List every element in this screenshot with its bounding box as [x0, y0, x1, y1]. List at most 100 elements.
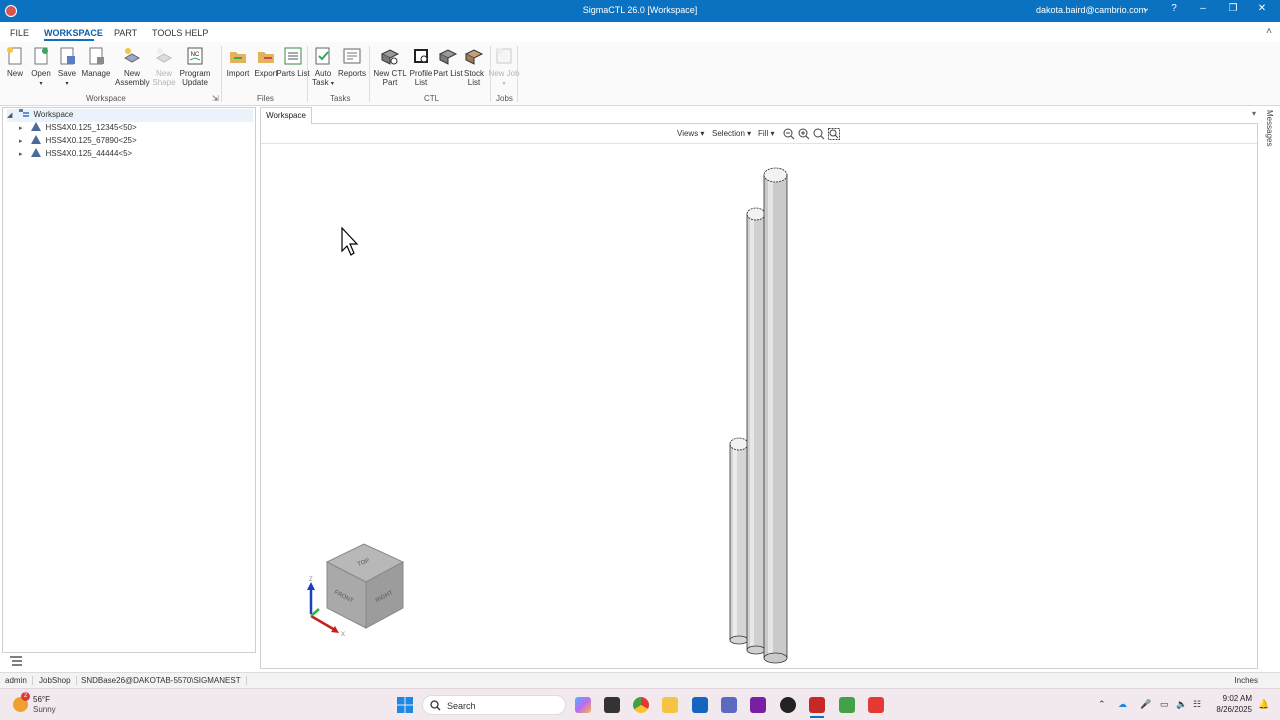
new-assembly-button[interactable]: New Assembly	[115, 46, 150, 87]
view-cube[interactable]: TOP FRONT RIGHT	[325, 543, 405, 629]
messages-side-panel[interactable]: Messages	[1262, 110, 1276, 170]
ribbon: New Open ▾ Save ▾ Manage New Assembly New …	[0, 42, 1280, 106]
group-divider	[517, 46, 518, 102]
z-axis-label: Z	[309, 577, 313, 583]
group-divider	[369, 46, 370, 102]
volume-icon[interactable]: 🔈	[1176, 699, 1187, 710]
collapse-arrow-icon[interactable]: ◢	[7, 111, 17, 119]
part-list-icon	[438, 49, 458, 65]
tree-view-toggle-icon[interactable]	[10, 656, 22, 666]
minimize-button[interactable]: –	[1196, 3, 1210, 14]
group-label-ctl: CTL	[424, 94, 440, 103]
reports-icon	[343, 48, 361, 64]
open-file-icon	[34, 47, 48, 65]
active-tab-indicator	[44, 39, 94, 41]
onedrive-icon[interactable]: ☁	[1118, 699, 1127, 710]
tree-item[interactable]: ▸ HSS4X0.125_67890<25>	[19, 135, 137, 148]
workspace-tree-panel: ◢ Workspace ▸ HSS4X0.125_12345<50> ▸ HSS…	[2, 107, 256, 653]
weather-badge: 2	[21, 692, 30, 701]
expand-arrow-icon[interactable]: ▸	[19, 124, 29, 132]
copilot-icon[interactable]	[575, 697, 591, 713]
tube-part-1[interactable]	[763, 167, 788, 664]
user-account[interactable]: dakota.baird@cambrio.com	[1036, 5, 1146, 15]
tube-part-3[interactable]	[729, 437, 749, 645]
export-icon	[258, 52, 274, 63]
windows-start-icon[interactable]	[397, 697, 413, 713]
3d-viewport[interactable]: Views ▾ Selection ▾ Fill ▾ TOP FRONT RIG…	[260, 124, 1258, 669]
ribbon-collapse-icon[interactable]: ˄	[1266, 26, 1272, 37]
scene-canvas: TOP FRONT RIGHT Z X	[307, 167, 788, 664]
clock-date[interactable]: 8/26/2025	[1212, 705, 1252, 714]
tray-overflow-chevron-icon[interactable]: ⌃	[1098, 699, 1106, 710]
onenote-icon[interactable]	[750, 697, 766, 713]
weather-temperature[interactable]: 56°F	[33, 695, 50, 704]
maximize-button[interactable]: ❐	[1226, 3, 1240, 14]
sigmanest-icon[interactable]	[809, 697, 825, 713]
tab-workspace-document[interactable]: Workspace	[260, 107, 312, 124]
tab-part[interactable]: PART	[114, 28, 137, 38]
terminal-icon[interactable]	[604, 697, 620, 713]
expand-arrow-icon[interactable]: ▸	[19, 137, 29, 145]
tree-root-workspace[interactable]: ◢ Workspace	[7, 109, 253, 122]
help-button[interactable]: ?	[1167, 3, 1181, 14]
stock-list-icon	[464, 49, 484, 65]
workspace-tree-icon	[19, 109, 30, 117]
status-units[interactable]: Inches	[1234, 676, 1258, 685]
tree-item[interactable]: ▸ HSS4X0.125_44444<5>	[19, 148, 132, 161]
search-icon	[430, 700, 441, 711]
tab-tools-help[interactable]: TOOLS HELP	[152, 28, 208, 38]
tree-panel-footer	[2, 653, 256, 669]
assembly-tree-icon	[31, 148, 42, 157]
weather-description[interactable]: Sunny	[33, 705, 56, 714]
import-icon	[230, 52, 246, 63]
restore-down-chevron-icon[interactable]: ⌄	[1139, 3, 1153, 14]
clock-time[interactable]: 9:02 AM	[1222, 694, 1252, 703]
parts-list-button[interactable]: Parts List	[276, 46, 310, 78]
stock-list-button[interactable]: Stock List	[457, 46, 491, 87]
taskbar-search-box[interactable]: Search	[422, 695, 566, 715]
new-file-icon	[7, 47, 22, 65]
microphone-icon[interactable]: 🎤	[1140, 699, 1151, 710]
tab-file[interactable]: FILE	[10, 28, 29, 38]
ribbon-tabs: FILE WORKSPACE PART TOOLS HELP ˄	[0, 22, 1280, 42]
red-app-icon[interactable]	[868, 697, 884, 713]
tube-part-2[interactable]	[746, 207, 766, 655]
chrome-icon[interactable]	[633, 697, 649, 713]
new-job-icon	[496, 48, 512, 64]
profile-list-icon	[414, 49, 428, 63]
sigma-app-icon[interactable]	[780, 697, 796, 713]
new-job-button[interactable]: New Job ▾	[487, 46, 521, 89]
new-shape-icon	[155, 48, 173, 63]
new-ctl-part-button[interactable]: New CTL Part	[373, 46, 407, 87]
assembly-tree-icon	[31, 135, 42, 144]
program-update-button[interactable]: NC Program Update	[178, 46, 212, 87]
group-label-tasks: Tasks	[330, 94, 351, 103]
notification-bell-icon[interactable]: 🔔	[1258, 699, 1269, 710]
ctl-part-icon	[380, 49, 400, 65]
close-button[interactable]: ✕	[1255, 3, 1269, 14]
auto-task-icon	[315, 47, 330, 65]
teams-icon[interactable]	[721, 697, 737, 713]
expand-arrow-icon[interactable]: ▸	[19, 150, 29, 158]
file-explorer-icon[interactable]	[662, 697, 678, 713]
group-launcher-icon[interactable]: ⇲	[212, 94, 219, 103]
active-app-indicator	[810, 716, 824, 718]
store-icon[interactable]	[692, 697, 708, 713]
mouse-cursor-icon	[341, 226, 359, 256]
display-icon[interactable]: ▭	[1160, 699, 1169, 710]
tree-item[interactable]: ▸ HSS4X0.125_12345<50>	[19, 122, 137, 135]
x-axis-label: X	[341, 632, 345, 638]
reports-button[interactable]: Reports	[335, 46, 369, 78]
new-shape-button[interactable]: New Shape	[147, 46, 181, 87]
manage-button[interactable]: Manage	[79, 46, 113, 78]
new-assembly-icon	[123, 48, 141, 63]
status-bar: admin JobShop SNDBase26@DAKOTAB-5570\SIG…	[0, 672, 1280, 688]
green-app-icon[interactable]	[839, 697, 855, 713]
tab-dropdown-icon[interactable]: ▾	[1252, 109, 1256, 118]
tab-workspace[interactable]: WORKSPACE	[44, 28, 103, 38]
manage-icon	[89, 47, 104, 65]
network-icon[interactable]: ☷	[1193, 699, 1201, 710]
group-label-workspace: Workspace	[86, 94, 126, 103]
windows-taskbar: 2 56°F Sunny Search ⌃ ☁ 🎤 ▭ 🔈 ☷ 9:02 AM …	[0, 688, 1280, 720]
status-user: admin	[5, 676, 33, 685]
